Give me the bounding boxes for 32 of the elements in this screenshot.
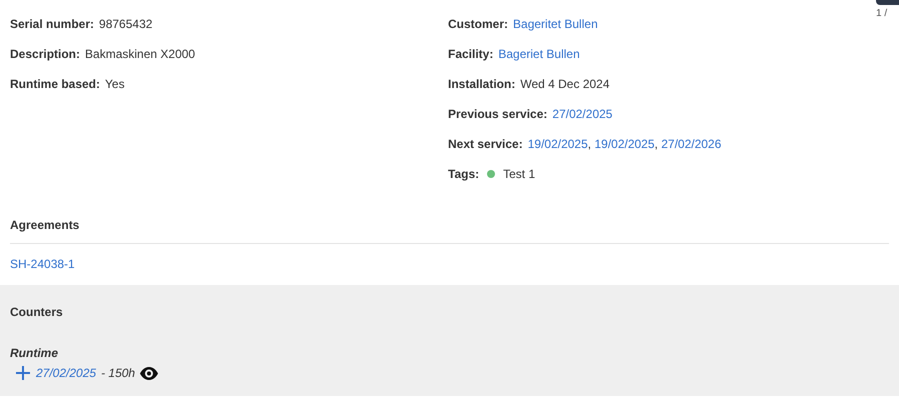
field-link[interactable]: Bageriet Bullen [498, 46, 580, 60]
agreement-link[interactable]: SH-24038-1 [10, 257, 75, 271]
section-heading: Counters [10, 304, 64, 321]
field-label: Serial number: [10, 16, 94, 30]
pager-bar [876, 0, 899, 5]
field-link[interactable]: 27/02/2025 [552, 106, 612, 120]
field-label: Facility: [448, 46, 494, 60]
page-indicator: 1 / [876, 8, 888, 19]
field-value: Bakmaskinen X2000 [85, 46, 196, 60]
field-value: 98765432 [99, 16, 152, 30]
field-value: Wed 4 Dec 2024 [520, 76, 610, 90]
field-label: Tags: [448, 166, 480, 180]
counter-name: Runtime [10, 346, 59, 360]
counter-reading: - 150h [101, 366, 136, 380]
field-label: Runtime based: [10, 76, 100, 90]
field-link[interactable]: Bageritet Bullen [513, 16, 598, 30]
counter-date-link[interactable]: 27/02/2025 [36, 366, 96, 380]
field-label: Customer: [448, 16, 508, 30]
field-label: Description: [10, 46, 80, 60]
field-label: Installation: [448, 76, 516, 90]
field-label: Next service: [448, 136, 523, 150]
plus-icon[interactable] [15, 365, 31, 381]
separator: , [654, 136, 658, 150]
field-link[interactable]: 19/02/2025 [594, 136, 655, 150]
eye-icon[interactable] [140, 366, 158, 380]
tag-label: Test 1 [503, 166, 536, 180]
field-value: Yes [105, 76, 125, 90]
field-label: Previous service: [448, 106, 548, 120]
field-link[interactable]: 27/02/2026 [661, 136, 722, 150]
field-link[interactable]: 19/02/2025 [528, 136, 588, 150]
separator: , [588, 136, 592, 150]
section-heading: Agreements [10, 217, 80, 234]
